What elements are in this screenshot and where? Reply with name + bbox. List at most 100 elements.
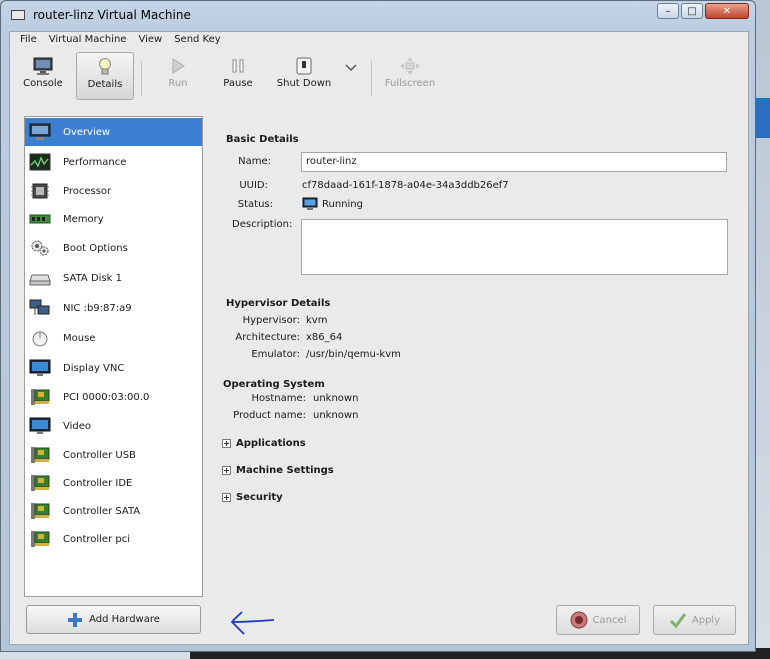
description-field[interactable]: [301, 219, 728, 275]
sidebar-item-label: Controller pci: [63, 533, 130, 545]
toolbar-separator: [371, 60, 372, 96]
description-label: Description:: [232, 219, 293, 230]
hypervisor-details-heading: Hypervisor Details: [226, 298, 331, 309]
fullscreen-button[interactable]: Fullscreen: [382, 52, 438, 100]
network-icon: [29, 299, 50, 315]
video-icon: [29, 417, 51, 434]
security-label: Security: [236, 492, 283, 503]
hardware-list: Overview Performance Processor Memory Bo…: [24, 116, 203, 597]
sidebar-item-performance[interactable]: Performance: [25, 148, 202, 176]
shutdown-label: Shut Down: [276, 78, 332, 89]
sidebar-item-controller-usb[interactable]: Controller USB: [25, 441, 202, 469]
controller-card-icon: [31, 531, 50, 547]
sidebar-item-controller-pci[interactable]: Controller pci: [25, 525, 202, 553]
run-button[interactable]: Run: [155, 52, 201, 100]
sidebar-item-label: PCI 0000:03:00.0: [63, 391, 150, 403]
architecture-label: Architecture:: [235, 332, 300, 343]
menu-send-key[interactable]: Send Key: [168, 32, 227, 49]
menu-view[interactable]: View: [132, 32, 168, 49]
minimize-button[interactable]: –: [657, 3, 679, 19]
sidebar-item-label: Boot Options: [63, 242, 128, 254]
apply-button[interactable]: Apply: [653, 605, 736, 635]
memory-module-icon: [29, 214, 51, 224]
run-label: Run: [168, 78, 188, 89]
sidebar-item-controller-ide[interactable]: Controller IDE: [25, 469, 202, 497]
plus-icon: [68, 612, 83, 627]
product-name-value: unknown: [313, 410, 359, 421]
performance-graph-icon: [29, 153, 51, 171]
running-monitor-icon: [302, 197, 318, 210]
add-hardware-button[interactable]: Add Hardware: [26, 605, 201, 634]
sidebar-item-overview[interactable]: Overview: [25, 118, 202, 146]
lightbulb-icon: [99, 58, 111, 75]
cancel-circle-icon: [570, 611, 588, 629]
sidebar-item-display-vnc[interactable]: Display VNC: [25, 354, 202, 382]
shutdown-menu-button[interactable]: [342, 64, 360, 80]
add-hardware-label: Add Hardware: [89, 614, 160, 625]
machine-settings-label: Machine Settings: [236, 465, 334, 476]
toolbar: Console Details Run Pause Shut Down Full…: [10, 50, 748, 102]
name-field[interactable]: router-linz: [301, 152, 727, 172]
pause-icon: [232, 59, 244, 73]
sidebar-item-pci[interactable]: PCI 0000:03:00.0: [25, 383, 202, 411]
window-client-area: File Virtual Machine View Send Key Conso…: [9, 31, 749, 645]
gears-icon: [31, 240, 49, 256]
sidebar-item-memory[interactable]: Memory: [25, 205, 202, 233]
display-icon: [29, 359, 51, 376]
window-title: router-linz Virtual Machine: [33, 8, 191, 22]
power-switch-icon: [296, 57, 312, 75]
status-text: Running: [322, 198, 363, 210]
sidebar-item-sata-disk[interactable]: SATA Disk 1: [25, 264, 202, 292]
status-value: Running: [302, 197, 363, 211]
details-pane: Basic Details Name: router-linz UUID: cf…: [216, 116, 740, 596]
emulator-value: /usr/bin/qemu-kvm: [306, 349, 401, 360]
sidebar-item-label: Memory: [63, 213, 104, 225]
sidebar-item-label: Processor: [63, 185, 112, 197]
close-button[interactable]: ✕: [705, 3, 749, 19]
menu-bar: File Virtual Machine View Send Key: [10, 32, 748, 49]
expand-plus-icon: [222, 439, 231, 448]
machine-settings-expander[interactable]: Machine Settings: [222, 465, 334, 476]
cancel-button[interactable]: Cancel: [556, 605, 640, 635]
vm-window: router-linz Virtual Machine – □ ✕ File V…: [0, 0, 756, 652]
toolbar-separator: [141, 60, 142, 96]
vm-app-icon: [11, 10, 25, 20]
sidebar-item-processor[interactable]: Processor: [25, 177, 202, 205]
monitor-icon: [29, 123, 51, 140]
sidebar-item-video[interactable]: Video: [25, 412, 202, 440]
maximize-button[interactable]: □: [681, 3, 703, 19]
console-button[interactable]: Console: [18, 52, 68, 100]
sidebar-item-label: SATA Disk 1: [63, 272, 122, 284]
cpu-chip-icon: [31, 183, 49, 199]
sidebar-item-label: Controller USB: [63, 449, 136, 461]
operating-system-heading: Operating System: [223, 379, 325, 390]
sidebar-item-label: Display VNC: [63, 362, 125, 374]
expand-plus-icon: [222, 466, 231, 475]
sidebar-item-mouse[interactable]: Mouse: [25, 324, 202, 352]
uuid-value: cf78daad-161f-1878-a04e-34a3ddb26ef7: [302, 180, 509, 191]
controller-card-icon: [31, 475, 50, 491]
applications-expander[interactable]: Applications: [222, 438, 306, 449]
play-icon: [172, 58, 185, 74]
hard-disk-icon: [29, 274, 51, 286]
security-expander[interactable]: Security: [222, 492, 283, 503]
sidebar-item-label: Controller SATA: [63, 505, 141, 517]
hypervisor-label: Hypervisor:: [242, 315, 300, 326]
sidebar-item-label: Mouse: [63, 332, 96, 344]
monitor-icon: [33, 57, 53, 75]
menu-virtual-machine[interactable]: Virtual Machine: [43, 32, 133, 49]
sidebar-item-label: Overview: [63, 126, 111, 138]
shutdown-button[interactable]: Shut Down: [272, 52, 336, 100]
sidebar-item-nic[interactable]: NIC :b9:87:a9: [25, 294, 202, 322]
title-bar[interactable]: router-linz Virtual Machine – □ ✕: [1, 1, 755, 31]
pause-button[interactable]: Pause: [215, 52, 261, 100]
hostname-value: unknown: [313, 393, 359, 404]
menu-file[interactable]: File: [14, 32, 43, 49]
hypervisor-value: kvm: [306, 315, 328, 326]
sidebar-item-controller-sata[interactable]: Controller SATA: [25, 497, 202, 525]
checkmark-icon: [669, 613, 687, 629]
sidebar-item-boot-options[interactable]: Boot Options: [25, 234, 202, 262]
status-label: Status:: [237, 199, 273, 210]
details-button[interactable]: Details: [76, 52, 134, 100]
emulator-label: Emulator:: [251, 349, 300, 360]
